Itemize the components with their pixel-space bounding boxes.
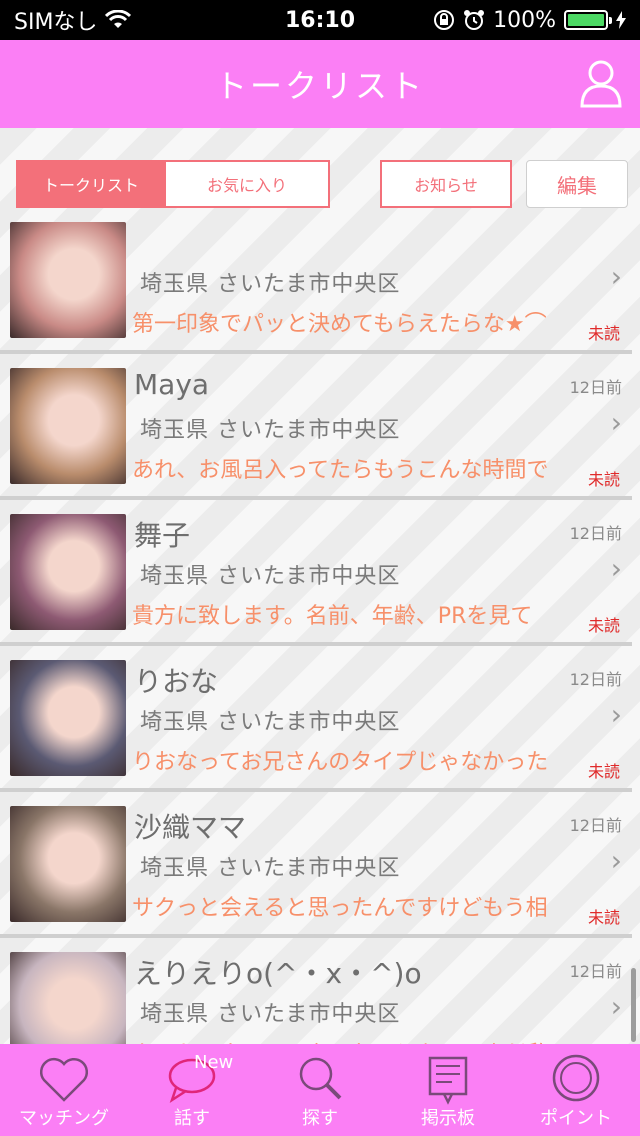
notices-button[interactable]: お知らせ <box>380 160 512 208</box>
profile-button[interactable] <box>578 58 624 110</box>
timestamp: 12日前 <box>569 378 622 397</box>
tab-favorites[interactable]: お気に入り <box>166 160 330 208</box>
tab-talk-list[interactable]: トークリスト <box>16 160 166 208</box>
location: 埼玉県 さいたま市中央区 <box>140 272 401 297</box>
avatar-image <box>10 660 126 776</box>
avatar[interactable] <box>10 806 126 922</box>
avatar[interactable] <box>10 660 126 776</box>
battery-icon <box>564 10 612 30</box>
location: 埼玉県 さいたま市中央区 <box>140 710 401 735</box>
message-preview: 貴方に致します。名前、年齢、PRを見て <box>132 604 533 629</box>
nav-search-label: 探す <box>302 1108 338 1129</box>
chevron-right-icon: › <box>610 552 622 585</box>
talk-list-inner: 埼玉県 さいたま市中央区 › 第一印象でパッと決めてもらえたらな★⌒ 未読 Maya 12… <box>0 222 640 1044</box>
nav-talk[interactable]: New 話す <box>128 1044 256 1136</box>
chevron-right-icon: › <box>610 260 622 293</box>
avatar[interactable] <box>10 952 126 1044</box>
user-name: 沙織ママ <box>134 811 247 844</box>
user-name: えりえりo(^・x・^)o <box>134 957 422 990</box>
heart-icon <box>39 1057 89 1102</box>
avatar[interactable] <box>10 368 126 484</box>
unread-label: 未読 <box>587 470 620 489</box>
timestamp: 12日前 <box>569 670 622 689</box>
nav-talk-label: 話す <box>174 1108 210 1129</box>
avatar-image <box>10 806 126 922</box>
list-item[interactable]: Maya 12日前埼玉県 さいたま市中央区 › あれ、お風呂入ってたらもうこんな時間で… <box>0 354 632 500</box>
chevron-right-icon: › <box>610 698 622 731</box>
search-icon <box>299 1057 342 1100</box>
battery-fill <box>568 14 604 26</box>
unread-label: 未読 <box>587 324 620 343</box>
location: 埼玉県 さいたま市中央区 <box>140 564 401 589</box>
person-icon <box>580 60 622 108</box>
user-name: りおな <box>134 665 219 698</box>
status-bar: SIMなし 16:10 100% <box>0 0 640 40</box>
avatar-image <box>10 514 126 630</box>
segmented-control: トークリスト お気に入り <box>16 160 330 208</box>
wifi-icon <box>105 10 132 28</box>
battery-percent: 100% <box>493 7 556 33</box>
new-badge: New <box>194 1052 234 1073</box>
timestamp: 12日前 <box>569 962 622 981</box>
nav-matching[interactable]: マッチング <box>0 1044 128 1136</box>
message-preview: カーセックスってやったことある？まだ私 <box>132 1036 572 1044</box>
location: 埼玉県 さいたま市中央区 <box>140 418 401 443</box>
nav-matching-label: マッチング <box>19 1108 109 1129</box>
message-preview: りおなってお兄さんのタイプじゃなかった <box>132 750 549 775</box>
bulletin-board-icon <box>428 1056 468 1105</box>
alarm-icon <box>464 10 485 30</box>
talk-list[interactable]: 埼玉県 さいたま市中央区 › 第一印象でパッと決めてもらえたらな★⌒ 未読 Maya 12… <box>0 222 640 1044</box>
tab-row: トークリスト お気に入り お知らせ 編集 <box>0 128 640 220</box>
rotation-lock-icon <box>434 10 455 30</box>
status-left: SIMなし <box>14 4 132 36</box>
chevron-right-icon: › <box>610 406 622 439</box>
location: 埼玉県 さいたま市中央区 <box>140 1002 401 1027</box>
charging-icon <box>616 11 626 29</box>
avatar-image <box>10 952 126 1044</box>
bottom-nav: マッチング New 話す 探す 掲示板 ポイント <box>0 1044 640 1136</box>
coin-icon <box>552 1054 600 1102</box>
page-title: トークリスト <box>214 67 425 105</box>
list-item[interactable]: えりえりo(^・x・^)o 12日前埼玉県 さいたま市中央区 › カーセックスってやっ… <box>0 938 632 1044</box>
message-preview: サクっと会えると思ったんですけどもう相 <box>132 896 548 921</box>
nav-search[interactable]: 探す <box>256 1044 384 1136</box>
carrier-label: SIMなし <box>14 10 98 35</box>
list-item[interactable]: りおな 12日前埼玉県 さいたま市中央区 › りおなってお兄さんのタイプじゃなかった 未… <box>0 646 632 792</box>
content-area: トークリスト お気に入り お知らせ 編集 埼玉県 さいたま市中央区 › 第一印象でパ… <box>0 128 640 1044</box>
chevron-right-icon: › <box>610 990 622 1023</box>
message-preview: あれ、お風呂入ってたらもうこんな時間で <box>132 458 549 483</box>
status-right: 100% <box>433 8 626 33</box>
user-name: Maya <box>134 368 210 401</box>
edit-button[interactable]: 編集 <box>526 160 628 208</box>
timestamp: 12日前 <box>569 816 622 835</box>
scrollbar[interactable] <box>631 968 636 1042</box>
unread-label: 未読 <box>587 762 620 781</box>
app-header: トークリスト <box>0 40 640 128</box>
unread-label: 未読 <box>587 616 620 635</box>
user-name: 舞子 <box>134 519 191 552</box>
nav-points-label: ポイント <box>540 1108 612 1129</box>
nav-board-label: 掲示板 <box>421 1108 475 1129</box>
location: 埼玉県 さいたま市中央区 <box>140 856 401 881</box>
nav-board[interactable]: 掲示板 <box>384 1044 512 1136</box>
avatar-image <box>10 222 126 338</box>
list-item[interactable]: 舞子 12日前埼玉県 さいたま市中央区 › 貴方に致します。名前、年齢、PRを見て 未読 <box>0 500 632 646</box>
avatar[interactable] <box>10 514 126 630</box>
list-item[interactable]: 埼玉県 さいたま市中央区 › 第一印象でパッと決めてもらえたらな★⌒ 未読 <box>0 222 632 354</box>
chevron-right-icon: › <box>610 844 622 877</box>
message-preview: 第一印象でパッと決めてもらえたらな★⌒ <box>132 312 547 337</box>
timestamp: 12日前 <box>569 524 622 543</box>
unread-label: 未読 <box>587 908 620 927</box>
avatar-image <box>10 368 126 484</box>
avatar[interactable] <box>10 222 126 338</box>
list-item[interactable]: 沙織ママ 12日前埼玉県 さいたま市中央区 › サクっと会えると思ったんですけどもう相… <box>0 792 632 938</box>
nav-points[interactable]: ポイント <box>512 1044 640 1136</box>
